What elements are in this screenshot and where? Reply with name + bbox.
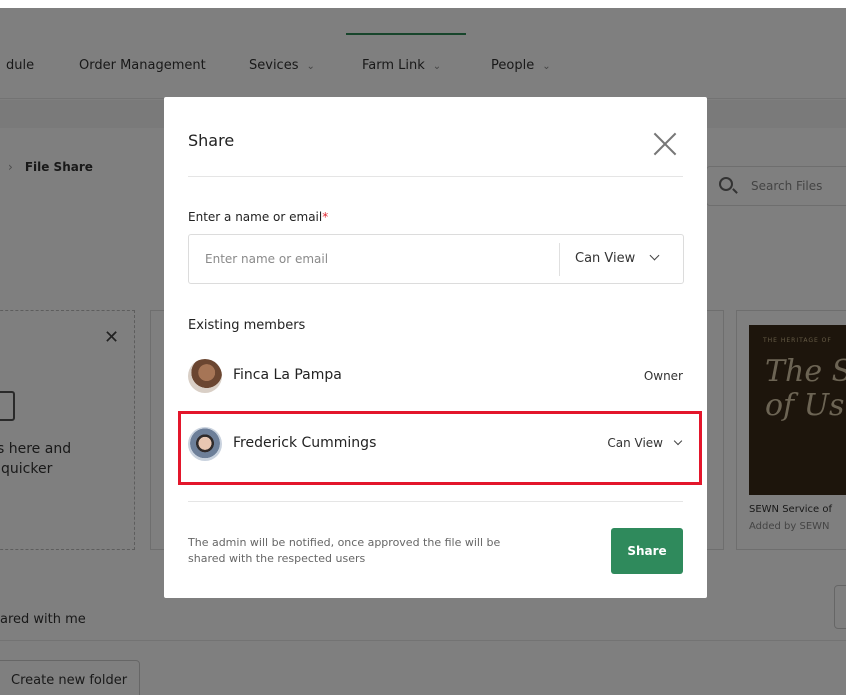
share-dialog: Share Enter a name or email* Can View Ex…: [164, 97, 707, 598]
name-email-input[interactable]: [189, 235, 559, 283]
required-mark: *: [322, 210, 329, 224]
avatar: [188, 359, 222, 393]
existing-members-heading: Existing members: [188, 318, 306, 333]
name-email-label: Enter a name or email*: [188, 210, 329, 224]
name-email-field-group: Can View: [188, 234, 684, 284]
close-icon[interactable]: [652, 131, 678, 157]
permission-select[interactable]: Can View: [575, 235, 660, 283]
divider: [559, 243, 560, 276]
member-name: Frederick Cummings: [233, 435, 377, 451]
share-button[interactable]: Share: [611, 528, 683, 574]
member-row: Finca La Pampa Owner: [188, 359, 683, 399]
chevron-down-icon: [673, 436, 683, 446]
permission-select-value: Can View: [575, 251, 636, 266]
chevron-down-icon: [649, 250, 660, 261]
divider: [188, 501, 683, 502]
divider: [188, 176, 683, 177]
top-edge: [0, 0, 846, 8]
avatar: [188, 427, 222, 461]
member-permission-select[interactable]: Can View: [607, 436, 683, 450]
member-permission-value: Can View: [607, 436, 663, 450]
dialog-title: Share: [188, 131, 235, 150]
member-name: Finca La Pampa: [233, 367, 342, 383]
approval-note: The admin will be notified, once approve…: [188, 536, 501, 565]
member-row: Frederick Cummings Can View: [188, 427, 683, 467]
member-role: Owner: [643, 369, 683, 383]
